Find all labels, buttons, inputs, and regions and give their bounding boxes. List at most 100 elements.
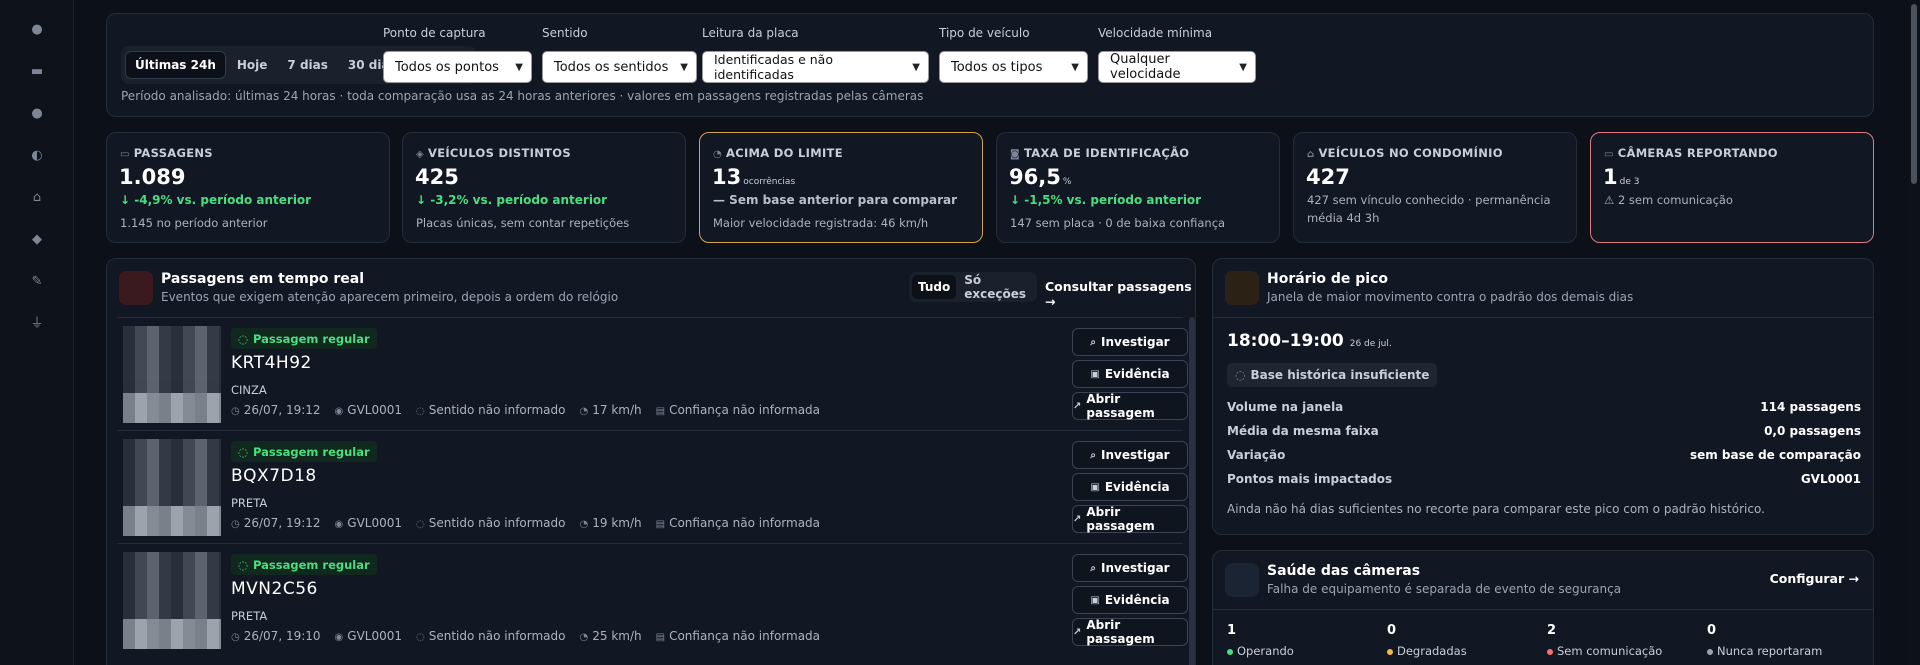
capture-point-label: Ponto de captura	[383, 26, 486, 40]
direction-filter: Sentido Todos os sentidos ▼	[542, 26, 697, 83]
pin-icon: ◉	[334, 519, 344, 530]
evidence-button[interactable]: ▣ Evidência	[1072, 473, 1188, 501]
kpi-value: 13 ocorrências	[712, 165, 796, 189]
peak-hour-panel: Horário de pico Janela de maior moviment…	[1212, 258, 1874, 535]
open-passage-button[interactable]: ↗ Abrir passagem	[1072, 392, 1188, 420]
list-scrollbar[interactable]	[1189, 317, 1195, 665]
status-badge: ◌ Passagem regular	[231, 441, 377, 462]
vehicle-thumbnail	[123, 552, 221, 649]
investigate-button[interactable]: ⌕ Investigar	[1072, 328, 1188, 356]
chevron-down-icon: ▼	[912, 61, 920, 73]
period-7d[interactable]: 7 dias	[278, 51, 336, 79]
min-speed-select[interactable]: Qualquer velocidade ▼	[1098, 51, 1256, 83]
vehicle-type-label: Tipo de veículo	[939, 26, 1030, 40]
passage-row[interactable]: ◌ Passagem regular KRT4H92 CINZA ◷ 26/07, …	[117, 317, 1188, 430]
kpi-vehicles-in-condo: ⌂ VEÍCULOS NO CONDOMÍNIO 427 427 sem vínc…	[1293, 132, 1577, 243]
plate-reading-select[interactable]: Identificadas e não identificadas ▼	[702, 51, 929, 83]
plate-reading-filter: Leitura da placa Identificadas e não ide…	[702, 26, 929, 83]
kpi-delta: — Sem base anterior para comparar	[713, 193, 958, 207]
filters-panel: Últimas 24h Hoje 7 dias 30 dias Ponto de…	[106, 13, 1874, 117]
open-passage-button[interactable]: ↗ Abrir passagem	[1072, 618, 1188, 646]
kpi-passages: ▭ PASSAGENS 1.089 ↓ -4,9% vs. período ant…	[106, 132, 390, 243]
capture-point-select[interactable]: Todos os pontos ▼	[383, 51, 532, 83]
open-passage-button[interactable]: ↗ Abrir passagem	[1072, 505, 1188, 533]
doc-icon: ▤	[655, 406, 666, 417]
plug-icon[interactable]: ⏚	[29, 316, 45, 332]
panel-title: Horário de pico	[1267, 271, 1389, 287]
panel-title: Passagens em tempo real	[161, 271, 365, 287]
kpi-value: 1.089	[119, 165, 186, 189]
camera-health-panel: Saúde das câmeras Falha de equipamento é…	[1212, 550, 1874, 665]
status-badge: ◌ Passagem regular	[231, 554, 377, 575]
kpi-title: VEÍCULOS DISTINTOS	[428, 146, 571, 160]
external-icon: ↗	[1073, 626, 1082, 638]
car-icon[interactable]: ▬	[29, 64, 45, 80]
evidence-button[interactable]: ▣ Evidência	[1072, 586, 1188, 614]
kpi-sub: Placas únicas, sem contar repetições	[416, 216, 630, 230]
passage-row[interactable]: ◌ Passagem regular BQX7D18 PRETA ◷ 26/07, …	[117, 430, 1188, 543]
external-icon: ↗	[1073, 513, 1082, 525]
peak-window: 18:00–19:00 26 de jul.	[1227, 331, 1392, 351]
toggle-exceptions[interactable]: Só exceções	[958, 273, 1034, 301]
user-icon[interactable]: ●	[29, 106, 45, 122]
image-icon: ▣	[1090, 481, 1100, 493]
consult-passages-link[interactable]: Consultar passagens →	[1045, 279, 1195, 309]
configure-link[interactable]: Configurar →	[1770, 571, 1859, 586]
live-passages-panel: Passagens em tempo real Eventos que exig…	[106, 258, 1196, 665]
passage-row[interactable]: ◌ Passagem regular MVN2C56 PRETA ◷ 26/07, …	[117, 543, 1188, 656]
compass-icon: ◌	[416, 406, 425, 417]
period-today[interactable]: Hoje	[228, 51, 277, 79]
car-icon: ▭	[120, 149, 130, 160]
investigate-button[interactable]: ⌕ Investigar	[1072, 554, 1188, 582]
gauge-icon: ◔	[579, 519, 589, 530]
panel-title: Saúde das câmeras	[1267, 563, 1421, 579]
kpi-title: ACIMA DO LIMITE	[726, 146, 843, 160]
clock-icon: ◷	[231, 406, 240, 417]
vehicle-type-select[interactable]: Todos os tipos ▼	[939, 51, 1088, 83]
scroll-thumb[interactable]	[1911, 4, 1917, 184]
camera-icon	[1225, 563, 1259, 597]
status-badge: ◌ Passagem regular	[231, 328, 377, 349]
kpi-title: CÂMERAS REPORTANDO	[1617, 146, 1778, 160]
kpi-sub: 427 sem vínculo conhecido · permanência …	[1307, 193, 1551, 225]
vehicle-type-filter: Tipo de veículo Todos os tipos ▼	[939, 26, 1088, 83]
layers-icon: ◈	[416, 149, 424, 160]
toggle-all[interactable]: Tudo	[912, 275, 957, 299]
peak-variation-row: Variação sem base de comparação	[1227, 448, 1861, 462]
investigate-button[interactable]: ⌕ Investigar	[1072, 441, 1188, 469]
gauge-icon: ◔	[579, 632, 589, 643]
hammer-icon[interactable]: ✎	[29, 274, 45, 290]
search-icon: ⌕	[1090, 336, 1097, 348]
page-scrollbar[interactable]	[1908, 0, 1920, 665]
home-icon[interactable]: ⌂	[29, 190, 45, 206]
sidebar: ● ▬ ● ◐ ⌂ ◆ ✎ ⏚	[0, 0, 74, 665]
vehicle-thumbnail	[123, 326, 221, 423]
period-24h[interactable]: Últimas 24h	[125, 51, 226, 79]
peak-volume-row: Volume na janela 114 passagens	[1227, 400, 1861, 414]
stat-operating: 1 Operando	[1227, 623, 1294, 658]
kpi-sub: 1.145 no período anterior	[120, 216, 268, 230]
chevron-down-icon: ▼	[515, 61, 523, 73]
capture-point-filter: Ponto de captura Todos os pontos ▼	[383, 26, 532, 83]
peak-note: Ainda não há dias suficientes no recorte…	[1227, 502, 1765, 516]
external-icon: ↗	[1073, 400, 1082, 412]
kpi-title: TAXA DE IDENTIFICAÇÃO	[1024, 146, 1190, 160]
shield-icon[interactable]: ◆	[29, 232, 45, 248]
clock-icon: ◷	[231, 632, 240, 643]
home-icon: ⌂	[1307, 149, 1315, 160]
search-icon: ⌕	[1090, 562, 1097, 574]
search-icon: ⌕	[1090, 449, 1097, 461]
evidence-button[interactable]: ▣ Evidência	[1072, 360, 1188, 388]
pin-icon: ◉	[334, 632, 344, 643]
gauge-icon: ◔	[713, 149, 723, 160]
image-icon: ▣	[1090, 594, 1100, 606]
direction-label: Sentido	[542, 26, 588, 40]
filter-toggle: Tudo Só exceções	[909, 272, 1037, 302]
pin-icon: ◉	[334, 406, 344, 417]
user-cog-icon[interactable]: ◐	[29, 148, 45, 164]
period-note: Período analisado: últimas 24 horas · to…	[121, 89, 924, 103]
direction-select[interactable]: Todos os sentidos ▼	[542, 51, 697, 83]
user-icon[interactable]: ●	[29, 22, 45, 38]
kpi-value: 1 de 3	[1603, 165, 1640, 189]
kpi-value: 425	[415, 165, 459, 189]
